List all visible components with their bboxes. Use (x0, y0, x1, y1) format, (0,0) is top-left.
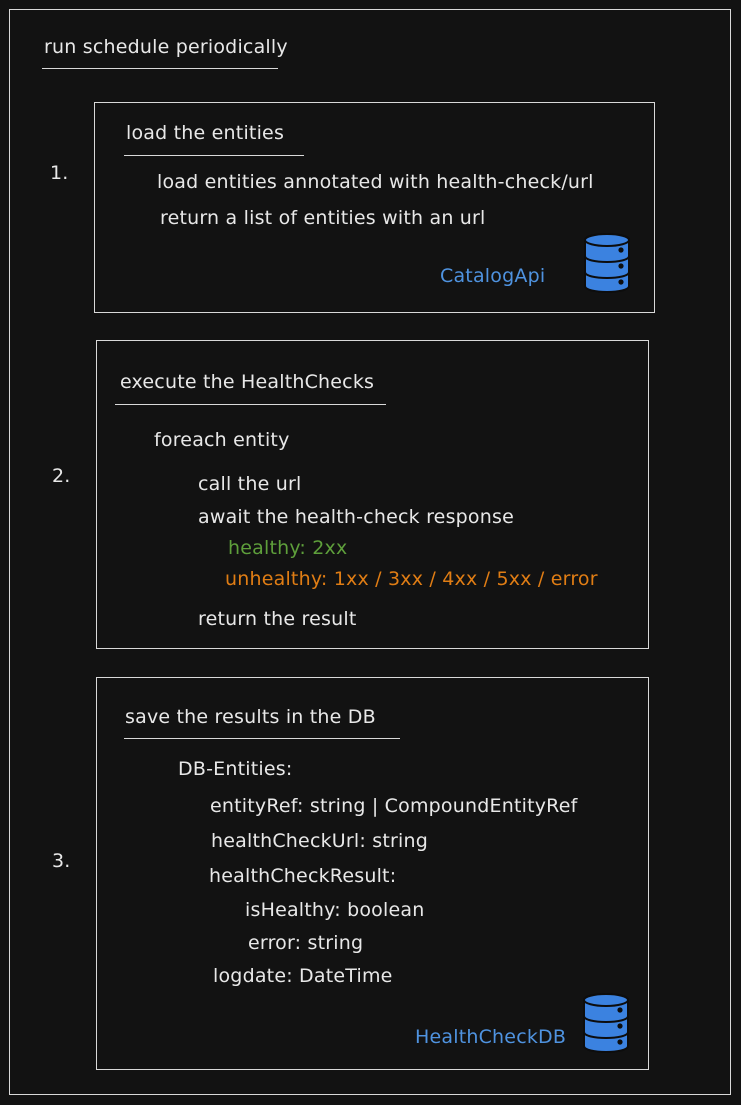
diagram-title: run schedule periodically (44, 36, 288, 58)
call-url-line: call the url (198, 473, 302, 495)
health-check-db-label: HealthCheckDB (415, 1026, 567, 1048)
health-check-url-field: healthCheckUrl: string (211, 830, 428, 852)
step-1-number: 1. (50, 162, 69, 184)
title-underline (42, 68, 278, 69)
db-entities-label: DB-Entities: (178, 758, 293, 780)
unhealthy-line: unhealthy: 1xx / 3xx / 4xx / 5xx / error (225, 568, 598, 590)
foreach-line: foreach entity (154, 429, 290, 451)
database-icon (583, 993, 629, 1053)
step-3-number: 3. (52, 850, 71, 872)
return-result-line: return the result (198, 608, 357, 630)
step-3-heading: save the results in the DB (125, 706, 376, 728)
step-2-heading: execute the HealthChecks (120, 371, 375, 393)
step-3-heading-underline (124, 738, 400, 739)
step-1-heading: load the entities (126, 122, 285, 144)
step-2-heading-underline (115, 404, 386, 405)
entity-ref-field: entityRef: string | CompoundEntityRef (210, 795, 578, 817)
error-field: error: string (248, 932, 364, 954)
step-2-number: 2. (52, 465, 71, 487)
await-response-line: await the health-check response (198, 506, 514, 528)
healthy-line: healthy: 2xx (228, 537, 348, 559)
logdate-field: logdate: DateTime (213, 965, 393, 987)
is-healthy-field: isHealthy: boolean (245, 899, 425, 921)
health-check-result-field: healthCheckResult: (209, 865, 397, 887)
step-1-heading-underline (124, 155, 304, 156)
catalog-api-label: CatalogApi (440, 265, 546, 287)
step-1-line-1: load entities annotated with health-chec… (157, 171, 594, 193)
database-icon (584, 233, 630, 293)
step-1-line-2: return a list of entities with an url (160, 207, 486, 229)
